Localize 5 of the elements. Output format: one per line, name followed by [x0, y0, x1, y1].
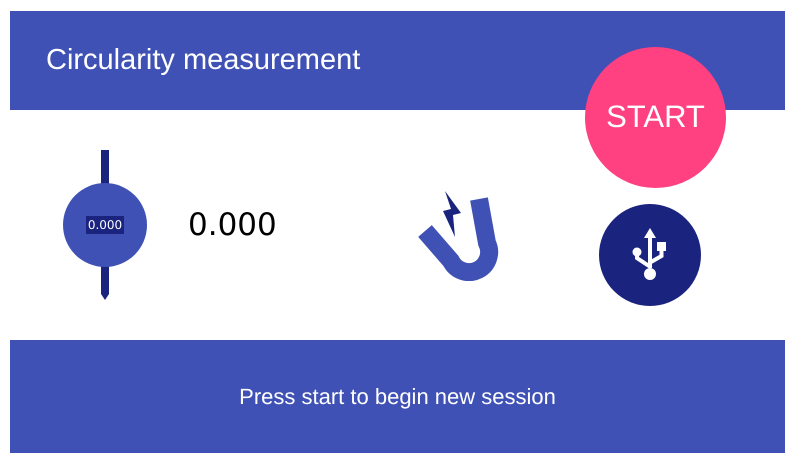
measurement-value: 0.000	[188, 206, 277, 245]
usb-icon	[632, 228, 668, 282]
header-title: Circularity measurement	[46, 42, 360, 78]
gauge-display: 0.000	[86, 216, 124, 234]
status-message: Press start to begin new session	[239, 383, 556, 411]
